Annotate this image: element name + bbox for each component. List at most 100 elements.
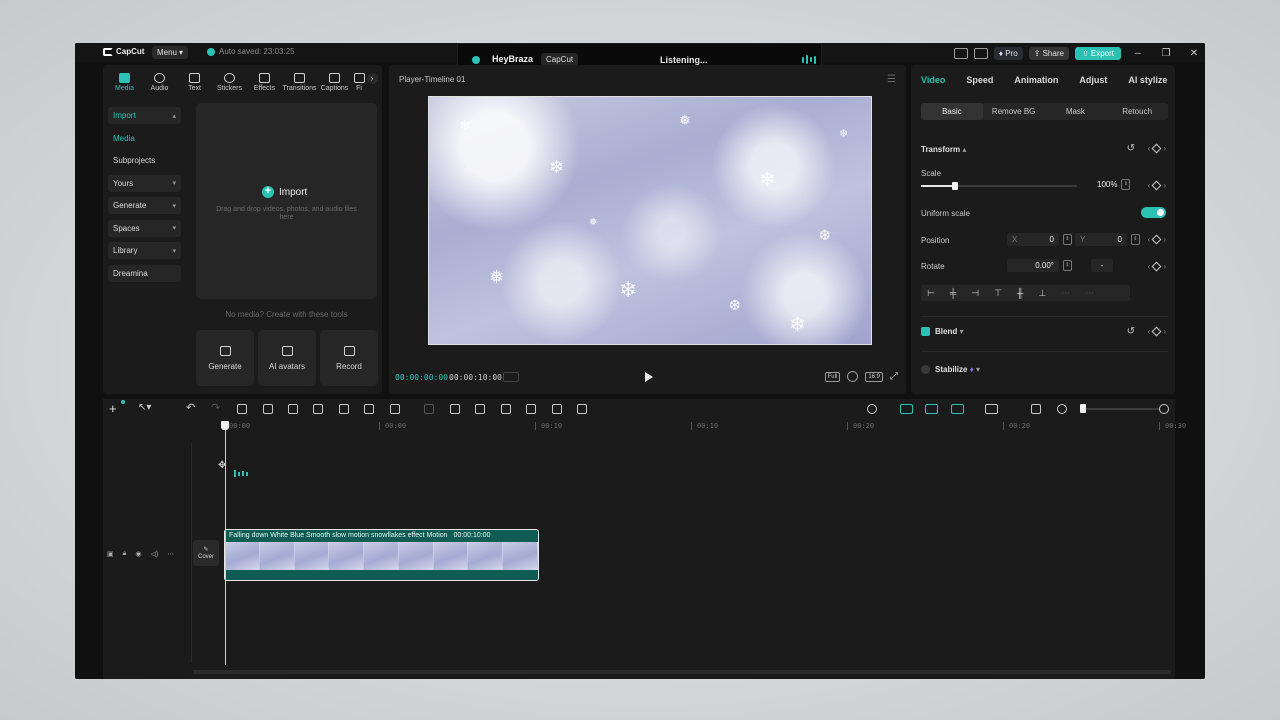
mirror-icon[interactable] <box>501 404 511 414</box>
cover-button[interactable]: ✎ Cover <box>193 540 219 566</box>
magnet-icon[interactable] <box>925 404 938 414</box>
stabilize-section-header[interactable]: Stabilize ♦ ▾ <box>921 365 980 375</box>
tab-video[interactable]: Video <box>921 75 945 85</box>
keyframe-icon[interactable] <box>1151 180 1162 191</box>
prev-keyframe-icon[interactable]: ‹ <box>1148 144 1151 153</box>
stepper-icon[interactable]: ⇕ <box>1063 234 1072 245</box>
extract-icon[interactable] <box>450 404 460 414</box>
speed-icon[interactable] <box>390 404 400 414</box>
nav-subprojects[interactable]: Subprojects <box>108 152 181 169</box>
blend-checkbox[interactable] <box>921 327 930 337</box>
video-preview[interactable]: ❄ ❄ ❅ ❄ ❆ ❅ ❄ ❆ ❄ ❅ ❄ <box>428 96 872 345</box>
zoom-slider-thumb[interactable] <box>1080 404 1086 413</box>
hamburger-icon[interactable]: ☰ <box>887 74 896 85</box>
next-keyframe-icon[interactable]: › <box>1163 235 1166 244</box>
subtab-remove-bg[interactable]: Remove BG <box>983 103 1045 120</box>
tab-filters[interactable]: Fi <box>352 65 366 95</box>
reset-icon[interactable]: ↺ <box>1127 143 1135 154</box>
keyframe-icon[interactable] <box>1151 261 1162 272</box>
next-keyframe-icon[interactable]: › <box>1163 262 1166 271</box>
nav-import[interactable]: Import ▴ <box>108 107 181 124</box>
blend-section-header[interactable]: Blend ▾ <box>921 327 963 337</box>
fullscreen-icon[interactable]: ⤢ <box>890 371 898 382</box>
tab-captions[interactable]: Captions <box>317 65 352 95</box>
minimize-icon[interactable]: – <box>1127 48 1149 59</box>
rotate-field[interactable]: 0.00° ⇕ <box>1007 259 1072 272</box>
time-ruler[interactable]: 00:00 00:00 00:10 00:10 00:20 00:20 00:3… <box>223 421 1186 433</box>
align-center-v-icon[interactable]: ╫ <box>1017 288 1023 298</box>
tab-speed[interactable]: Speed <box>966 75 993 85</box>
subtab-retouch[interactable]: Retouch <box>1106 103 1168 120</box>
close-icon[interactable]: ✕ <box>1183 48 1205 59</box>
video-clip[interactable]: Falling down White Blue Smooth slow moti… <box>224 529 539 581</box>
magic-icon[interactable] <box>552 404 562 414</box>
playhead-handle[interactable] <box>221 421 229 430</box>
playhead-line[interactable] <box>225 425 226 665</box>
nav-library[interactable]: Library ▾ <box>108 242 181 259</box>
timecode-mode-icon[interactable] <box>503 372 519 382</box>
ai-avatars-tile[interactable]: AI avatars <box>258 330 316 386</box>
shortcuts-icon[interactable] <box>973 47 988 59</box>
draw-icon[interactable] <box>475 404 485 414</box>
layout-icon[interactable] <box>953 47 968 59</box>
menu-button[interactable]: Menu ▾ <box>152 46 188 59</box>
align-left-icon[interactable]: ⊢ <box>927 288 935 299</box>
pro-button[interactable]: ♦ Pro <box>993 46 1023 60</box>
eye-icon[interactable]: ◉ <box>135 550 141 558</box>
rotate-flip-button[interactable]: - <box>1091 259 1113 272</box>
nav-spaces[interactable]: Spaces ▾ <box>108 219 181 237</box>
zoom-out-icon[interactable] <box>1057 404 1067 414</box>
align-top-icon[interactable]: ⊤ <box>994 288 1002 299</box>
mark-icon[interactable] <box>339 404 349 414</box>
keyframe-icon[interactable] <box>1151 234 1162 245</box>
prev-keyframe-icon[interactable]: ‹ <box>1148 235 1151 244</box>
tab-animation[interactable]: Animation <box>1014 75 1058 85</box>
more-icon[interactable]: ⋯ <box>167 550 174 558</box>
zoom-view-icon[interactable] <box>847 371 859 382</box>
next-keyframe-icon[interactable]: › <box>1163 181 1166 190</box>
stepper-icon[interactable]: ⇕ <box>1063 260 1072 271</box>
full-quality-button[interactable]: Full <box>824 371 841 382</box>
export-button[interactable]: ⇧ Export <box>1074 46 1121 60</box>
uniform-scale-toggle[interactable] <box>1141 207 1166 218</box>
scale-slider[interactable] <box>921 182 1077 190</box>
scale-field[interactable]: 100% ⇕ <box>1097 179 1131 190</box>
keyframe-icon[interactable] <box>1151 143 1162 154</box>
preview-axis-icon[interactable] <box>985 404 998 414</box>
nav-dreamina[interactable]: Dreamina <box>108 264 181 282</box>
tab-transitions[interactable]: Transitions <box>282 65 317 95</box>
split-left-icon[interactable] <box>263 404 273 414</box>
reset-icon[interactable]: ↺ <box>1127 326 1135 337</box>
align-bottom-icon[interactable]: ⊥ <box>1038 288 1046 299</box>
keyframe-icon[interactable] <box>1151 326 1162 337</box>
crop-icon[interactable] <box>364 404 374 414</box>
captions-track-icon[interactable] <box>1031 404 1041 414</box>
select-tool-icon[interactable]: ↖▾ <box>138 402 151 413</box>
tabs-scroll-right[interactable]: › <box>366 65 378 95</box>
add-track-icon[interactable]: + <box>109 401 117 416</box>
tab-audio[interactable]: Audio <box>142 65 177 95</box>
smart-cut-icon[interactable] <box>526 404 536 414</box>
maximize-icon[interactable]: ❐ <box>1155 48 1177 59</box>
next-keyframe-icon[interactable]: › <box>1163 144 1166 153</box>
tab-effects[interactable]: Effects <box>247 65 282 95</box>
speaker-icon[interactable]: ◁) <box>150 550 158 558</box>
import-dropzone[interactable]: + Import Drag and drop videos, photos, a… <box>196 103 377 299</box>
snap-icon[interactable] <box>951 404 964 414</box>
position-y-field[interactable]: Y 0 ⇕ <box>1075 233 1140 246</box>
lock-icon[interactable]: 🔒︎ <box>123 550 127 558</box>
subtab-basic[interactable]: Basic <box>921 103 983 120</box>
play-button[interactable] <box>645 372 653 382</box>
tab-adjust[interactable]: Adjust <box>1079 75 1107 85</box>
record-tile[interactable]: Record <box>320 330 378 386</box>
nav-yours[interactable]: Yours ▾ <box>108 174 181 192</box>
zoom-in-icon[interactable] <box>1159 404 1169 414</box>
stepper-icon[interactable]: ⇕ <box>1131 234 1140 245</box>
next-keyframe-icon[interactable]: › <box>1163 327 1166 336</box>
delete-icon[interactable] <box>313 404 323 414</box>
align-right-icon[interactable]: ⊣ <box>971 288 979 299</box>
microphone-icon[interactable] <box>867 404 877 414</box>
prev-keyframe-icon[interactable]: ‹ <box>1148 262 1151 271</box>
prev-keyframe-icon[interactable]: ‹ <box>1148 327 1151 336</box>
tab-media[interactable]: Media <box>107 65 142 95</box>
